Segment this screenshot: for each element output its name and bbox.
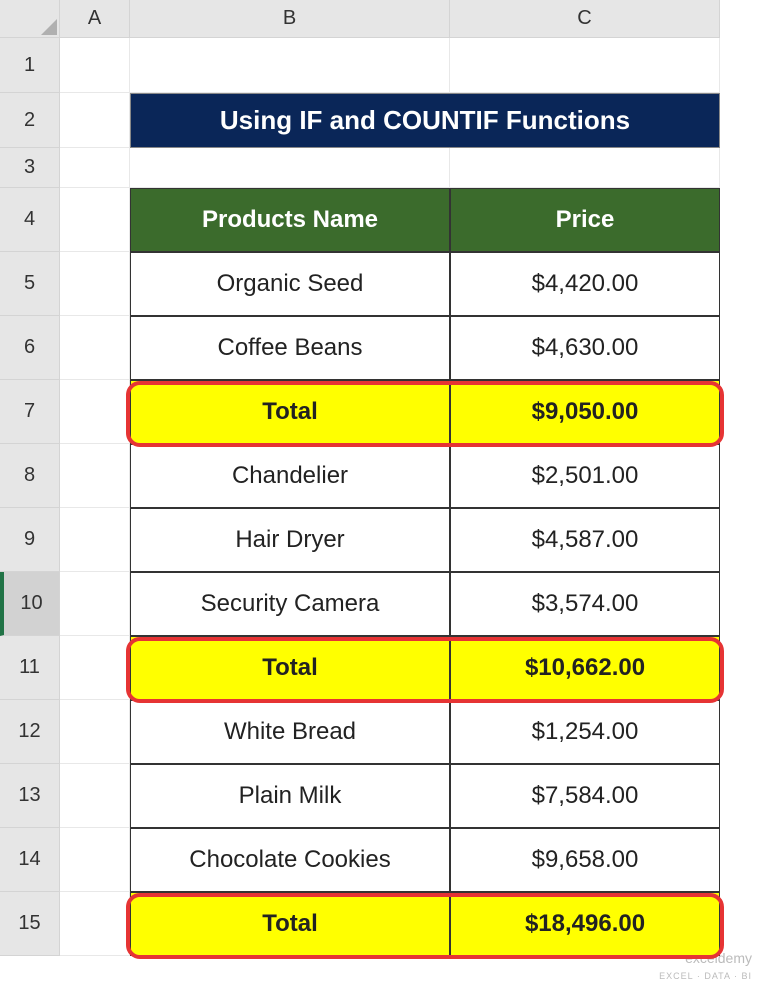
cell-A13[interactable] (60, 764, 130, 828)
product-name[interactable]: Coffee Beans (130, 316, 450, 380)
row-header-12[interactable]: 12 (0, 700, 60, 764)
cell-A6[interactable] (60, 316, 130, 380)
product-name[interactable]: Plain Milk (130, 764, 450, 828)
row-header-9[interactable]: 9 (0, 508, 60, 572)
product-price[interactable]: $3,574.00 (450, 572, 720, 636)
row-header-2[interactable]: 2 (0, 93, 60, 148)
row-header-6[interactable]: 6 (0, 316, 60, 380)
table-header-name[interactable]: Products Name (130, 188, 450, 252)
total-label[interactable]: Total (130, 636, 450, 700)
row-header-15[interactable]: 15 (0, 892, 60, 956)
row-header-8[interactable]: 8 (0, 444, 60, 508)
product-price[interactable]: $7,584.00 (450, 764, 720, 828)
product-price[interactable]: $4,587.00 (450, 508, 720, 572)
cell-A2[interactable] (60, 93, 130, 148)
row-header-3[interactable]: 3 (0, 148, 60, 188)
product-name[interactable]: Chocolate Cookies (130, 828, 450, 892)
row-header-11[interactable]: 11 (0, 636, 60, 700)
cell-A12[interactable] (60, 700, 130, 764)
row-header-14[interactable]: 14 (0, 828, 60, 892)
cell-A14[interactable] (60, 828, 130, 892)
total-price[interactable]: $18,496.00 (450, 892, 720, 956)
product-price[interactable]: $4,420.00 (450, 252, 720, 316)
product-price[interactable]: $1,254.00 (450, 700, 720, 764)
product-name[interactable]: Hair Dryer (130, 508, 450, 572)
total-label[interactable]: Total (130, 892, 450, 956)
select-all-corner[interactable] (0, 0, 60, 38)
cell-A9[interactable] (60, 508, 130, 572)
row-header-4[interactable]: 4 (0, 188, 60, 252)
title-banner[interactable]: Using IF and COUNTIF Functions (130, 93, 720, 148)
row-header-1[interactable]: 1 (0, 38, 60, 93)
table-header-price[interactable]: Price (450, 188, 720, 252)
cell-C3[interactable] (450, 148, 720, 188)
row-header-7[interactable]: 7 (0, 380, 60, 444)
row-header-5[interactable]: 5 (0, 252, 60, 316)
cell-A5[interactable] (60, 252, 130, 316)
cell-B3[interactable] (130, 148, 450, 188)
row-header-13[interactable]: 13 (0, 764, 60, 828)
cell-A8[interactable] (60, 444, 130, 508)
product-name[interactable]: Organic Seed (130, 252, 450, 316)
total-price[interactable]: $10,662.00 (450, 636, 720, 700)
product-name[interactable]: Security Camera (130, 572, 450, 636)
cell-A10[interactable] (60, 572, 130, 636)
total-label[interactable]: Total (130, 380, 450, 444)
product-name[interactable]: White Bread (130, 700, 450, 764)
row-header-10[interactable]: 10 (0, 572, 60, 636)
cell-B1[interactable] (130, 38, 450, 93)
product-price[interactable]: $4,630.00 (450, 316, 720, 380)
col-header-B[interactable]: B (130, 0, 450, 38)
cell-A1[interactable] (60, 38, 130, 93)
cell-A3[interactable] (60, 148, 130, 188)
cell-A4[interactable] (60, 188, 130, 252)
cell-A15[interactable] (60, 892, 130, 956)
product-price[interactable]: $9,658.00 (450, 828, 720, 892)
watermark-brand: exceldemy (685, 950, 752, 966)
watermark-tag: EXCEL · DATA · BI (659, 971, 752, 981)
col-header-A[interactable]: A (60, 0, 130, 38)
product-price[interactable]: $2,501.00 (450, 444, 720, 508)
product-name[interactable]: Chandelier (130, 444, 450, 508)
col-header-C[interactable]: C (450, 0, 720, 38)
watermark: exceldemy EXCEL · DATA · BI (659, 951, 752, 982)
cell-A11[interactable] (60, 636, 130, 700)
cell-A7[interactable] (60, 380, 130, 444)
total-price[interactable]: $9,050.00 (450, 380, 720, 444)
cell-C1[interactable] (450, 38, 720, 93)
